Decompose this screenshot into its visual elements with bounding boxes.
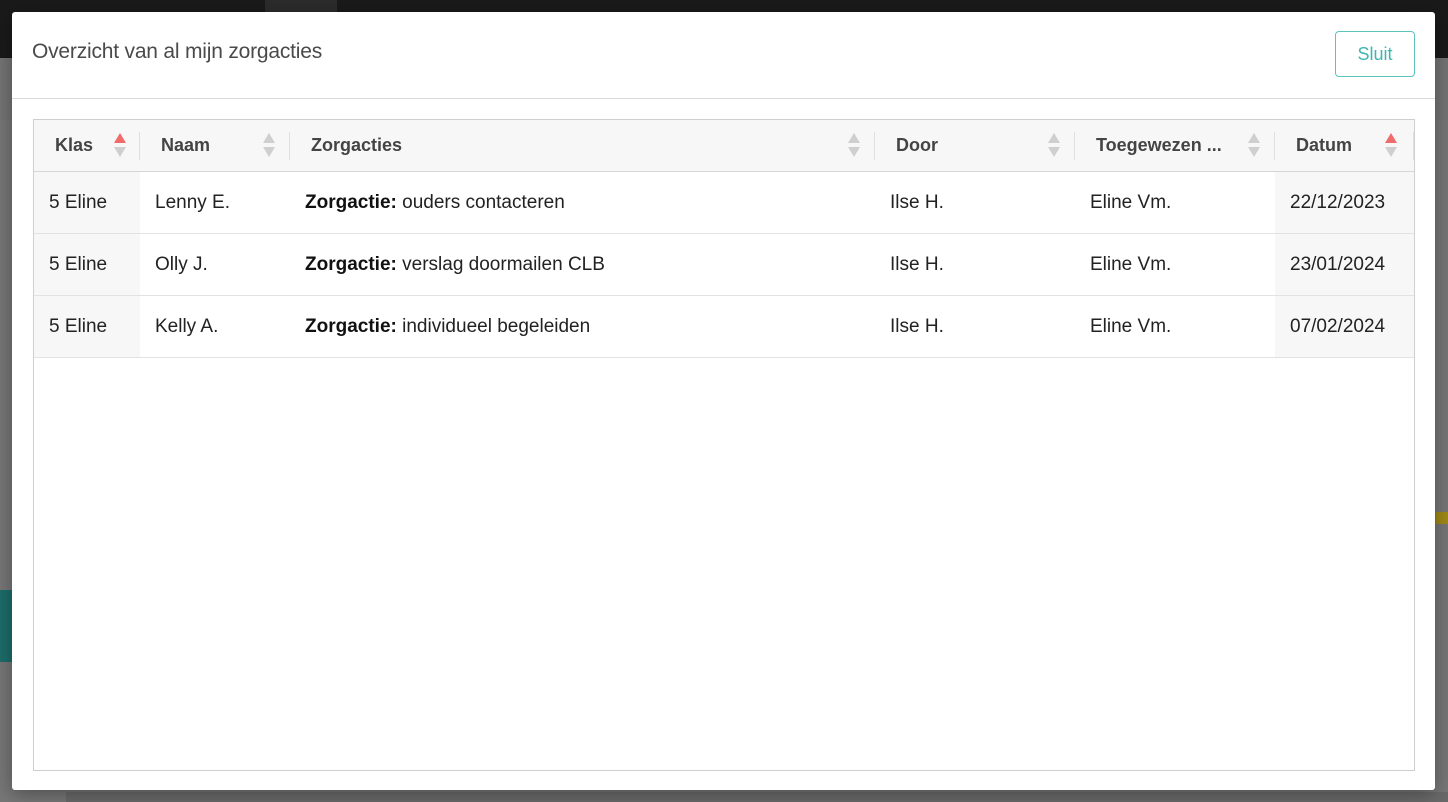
cell-naam: Kelly A. [155, 316, 219, 337]
background-yellow-block [1436, 512, 1448, 524]
column-header-naam[interactable]: Naam [140, 120, 290, 171]
column-header-datum[interactable]: Datum [1275, 120, 1414, 171]
cell-klas: 5 Eline [34, 296, 140, 357]
close-button[interactable]: Sluit [1335, 31, 1415, 77]
cell-toegewezen: Eline Vm. [1090, 316, 1172, 337]
cell-naam: Olly J. [155, 254, 208, 275]
column-header-toegewezen[interactable]: Toegewezen ... [1075, 120, 1275, 171]
zorgactie-prefix: Zorgactie: [305, 316, 397, 337]
column-header-door[interactable]: Door [875, 120, 1075, 171]
cell-datum: 07/02/2024 [1275, 296, 1414, 357]
cell-naam: Lenny E. [155, 192, 230, 213]
cell-door: Ilse H. [890, 316, 944, 337]
cell-datum: 22/12/2023 [1275, 172, 1414, 233]
sort-icon[interactable] [1248, 133, 1260, 159]
cell-door: Ilse H. [890, 254, 944, 275]
background-bottom-bar [66, 792, 1448, 802]
cell-klas: 5 Eline [34, 234, 140, 295]
cell-zorgacties: Zorgactie: ouders contacteren [290, 172, 875, 233]
modal-header: Overzicht van al mijn zorgacties Sluit [12, 12, 1435, 99]
zorgactie-prefix: Zorgactie: [305, 192, 397, 213]
cell-klas: 5 Eline [34, 172, 140, 233]
zorgactie-text: ouders contacteren [396, 192, 565, 213]
table-row[interactable]: 5 Eline Kelly A. Zorgactie: individueel … [34, 296, 1414, 358]
zorgacties-table: Klas Naam Zorgacties Door Toegewezen ... [33, 119, 1415, 771]
cell-datum: 23/01/2024 [1275, 234, 1414, 295]
sort-icon[interactable] [848, 133, 860, 159]
zorgacties-modal: Overzicht van al mijn zorgacties Sluit K… [12, 12, 1435, 790]
cell-toegewezen: Eline Vm. [1090, 192, 1172, 213]
zorgactie-text: verslag doormailen CLB [396, 254, 605, 275]
cell-door: Ilse H. [890, 192, 944, 213]
table-row[interactable]: 5 Eline Lenny E. Zorgactie: ouders conta… [34, 172, 1414, 234]
zorgactie-text: individueel begeleiden [396, 316, 591, 337]
background-teal-block [0, 590, 12, 662]
zorgactie-prefix: Zorgactie: [305, 254, 397, 275]
column-header-zorgacties[interactable]: Zorgacties [290, 120, 875, 171]
sort-icon[interactable] [114, 133, 126, 159]
cell-zorgacties: Zorgactie: verslag doormailen CLB [290, 234, 875, 295]
table-header: Klas Naam Zorgacties Door Toegewezen ... [34, 120, 1414, 172]
sort-icon[interactable] [1048, 133, 1060, 159]
table-row[interactable]: 5 Eline Olly J. Zorgactie: verslag doorm… [34, 234, 1414, 296]
column-header-klas[interactable]: Klas [34, 120, 140, 171]
modal-title: Overzicht van al mijn zorgacties [32, 40, 323, 63]
cell-zorgacties: Zorgactie: individueel begeleiden [290, 296, 875, 357]
cell-toegewezen: Eline Vm. [1090, 254, 1172, 275]
sort-icon[interactable] [1385, 133, 1397, 159]
sort-icon[interactable] [263, 133, 275, 159]
